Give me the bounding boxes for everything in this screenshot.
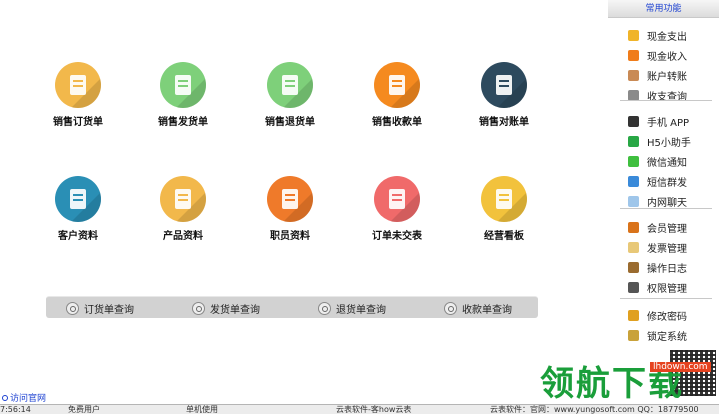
globe-icon [2, 394, 8, 401]
staff-icon [267, 176, 313, 222]
sidebar-item-wechat[interactable]: 微信通知 [628, 152, 687, 170]
tile-clipboard[interactable]: 销售对账单 [459, 62, 549, 128]
tile-label: 订单未交表 [372, 231, 422, 242]
stopwatch-icon [374, 176, 420, 222]
sidebar-divider [620, 298, 712, 299]
lock-icon [628, 329, 639, 341]
tile-label: 客户资料 [58, 231, 98, 242]
search-icon [444, 301, 457, 315]
sidebar-item-label: 操作日志 [647, 263, 687, 275]
search-icon [318, 301, 331, 315]
transfer-icon [628, 69, 639, 81]
member-icon [628, 221, 639, 233]
tile-label: 经营看板 [484, 231, 524, 242]
sidebar-item-transfer[interactable]: 账户转账 [628, 66, 687, 84]
sidebar-item-label: 账户转账 [647, 71, 687, 83]
sidebar-item-ledger-query[interactable]: 收支查询 [628, 86, 687, 104]
boxes-icon [160, 176, 206, 222]
tile-label: 销售对账单 [479, 117, 529, 128]
sidebar-item-phone[interactable]: 手机 APP [628, 112, 689, 130]
sidebar-item-label: 短信群发 [647, 177, 687, 189]
status-time: 7:56:14 [0, 405, 31, 414]
check-circle-icon [628, 135, 639, 147]
tile-stopwatch[interactable]: 订单未交表 [352, 176, 442, 242]
phone-icon [628, 115, 639, 127]
status-user: 免费用户 [68, 405, 100, 414]
yen-icon [374, 62, 420, 108]
customer-icon [55, 176, 101, 222]
cash-in-icon [628, 49, 639, 61]
sidebar-item-member[interactable]: 会员管理 [628, 218, 687, 236]
return-query-button[interactable]: 退货单查询 [318, 300, 386, 316]
sidebar-item-label: 手机 APP [647, 117, 690, 129]
common-functions-sidebar: 常用功能 现金支出现金收入账户转账收支查询手机 APP H5小助手微信通知短信群发… [608, 0, 719, 404]
receipt-query-button[interactable]: 收款单查询 [444, 300, 512, 316]
sidebar-title: 常用功能 [608, 0, 719, 18]
wechat-icon [628, 155, 639, 167]
sidebar-item-label: 现金支出 [647, 31, 687, 43]
sidebar-item-log[interactable]: 操作日志 [628, 258, 687, 276]
tile-staff[interactable]: 职员资料 [245, 176, 335, 242]
sidebar-item-label: 现金收入 [647, 51, 687, 63]
status-bar: 7:56:14 免费用户 单机使用 云表软件-客how云表 云表软件：官网：ww… [0, 404, 719, 414]
sidebar-item-label: 发票管理 [647, 243, 687, 255]
sidebar-item-label: 会员管理 [647, 223, 687, 235]
tile-boxes[interactable]: 产品资料 [138, 176, 228, 242]
sidebar-item-label: 锁定系统 [647, 331, 687, 343]
tile-truck[interactable]: 销售发货单 [138, 62, 228, 128]
tile-label: 产品资料 [163, 231, 203, 242]
ledger-query-icon [628, 89, 639, 101]
truck-icon [160, 62, 206, 108]
status-mode: 单机使用 [186, 405, 218, 414]
tile-customer[interactable]: 客户资料 [33, 176, 123, 242]
sidebar-item-key[interactable]: 修改密码 [628, 306, 687, 324]
chart-board-icon [481, 176, 527, 222]
query-bar: 订货单查询 发货单查询 退货单查询 收款单查询 [46, 296, 538, 318]
key-icon [628, 309, 639, 321]
tile-yen[interactable]: 销售收款单 [352, 62, 442, 128]
sidebar-item-cash-out[interactable]: 现金支出 [628, 26, 687, 44]
sidebar-divider [620, 208, 712, 209]
sidebar-item-check-circle[interactable]: H5小助手 [628, 132, 691, 150]
tile-label: 销售退货单 [265, 117, 315, 128]
sidebar-item-label: H5小助手 [647, 137, 691, 149]
cash-out-icon [628, 29, 639, 41]
delivery-query-button[interactable]: 发货单查询 [192, 300, 260, 316]
clipboard-icon [481, 62, 527, 108]
invoice-icon [628, 241, 639, 253]
sidebar-item-monitor[interactable]: 权限管理 [628, 278, 687, 296]
sidebar-item-label: 内网聊天 [647, 197, 687, 209]
visit-website-link[interactable]: 访问官网 [2, 391, 46, 404]
monitor-icon [628, 281, 639, 293]
search-icon [66, 301, 79, 315]
log-icon [628, 261, 639, 273]
tile-label: 销售订货单 [53, 117, 103, 128]
sms-icon [628, 175, 639, 187]
status-contact: 云表软件：官网：www.yungosoft.com QQ：18779500 [490, 405, 699, 414]
watermark-url: lhdown.com [650, 362, 711, 372]
chat-bubble-icon [628, 195, 639, 207]
tile-label: 销售收款单 [372, 117, 422, 128]
return-icon [267, 62, 313, 108]
sidebar-divider [620, 100, 712, 101]
status-product: 云表软件-客how云表 [336, 405, 412, 414]
sidebar-item-label: 权限管理 [647, 283, 687, 295]
sidebar-item-label: 修改密码 [647, 311, 687, 323]
sidebar-item-cash-in[interactable]: 现金收入 [628, 46, 687, 64]
search-icon [192, 301, 205, 315]
sidebar-item-sms[interactable]: 短信群发 [628, 172, 687, 190]
tile-label: 职员资料 [270, 231, 310, 242]
tile-chart-board[interactable]: 经营看板 [459, 176, 549, 242]
sidebar-item-lock[interactable]: 锁定系统 [628, 326, 687, 344]
tile-label: 销售发货单 [158, 117, 208, 128]
sidebar-item-invoice[interactable]: 发票管理 [628, 238, 687, 256]
tile-order[interactable]: 销售订货单 [33, 62, 123, 128]
order-icon [55, 62, 101, 108]
sidebar-item-label: 微信通知 [647, 157, 687, 169]
order-query-button[interactable]: 订货单查询 [66, 300, 134, 316]
tile-return[interactable]: 销售退货单 [245, 62, 335, 128]
